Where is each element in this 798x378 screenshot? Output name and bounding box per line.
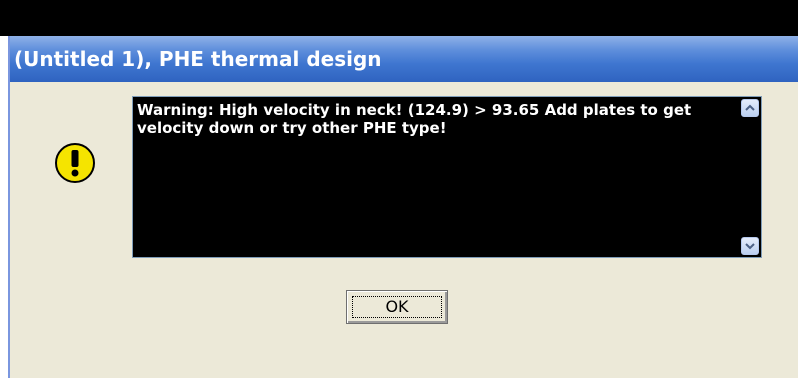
ok-button[interactable]: OK (346, 290, 448, 324)
exclamation-warning-icon (54, 142, 96, 184)
chevron-up-icon (745, 104, 755, 111)
vertical-scrollbar[interactable] (739, 97, 761, 257)
scroll-down-button[interactable] (741, 237, 759, 255)
ok-button-label: OK (385, 297, 409, 316)
warning-dialog: (Untitled 1), PHE thermal design Warning… (8, 36, 798, 378)
scroll-up-button[interactable] (741, 99, 759, 117)
background-bar (0, 0, 798, 36)
window-title: (Untitled 1), PHE thermal design (14, 47, 382, 71)
warning-message: Warning: High velocity in neck! (124.9) … (137, 101, 692, 137)
chevron-down-icon (745, 243, 755, 250)
message-textbox[interactable]: Warning: High velocity in neck! (124.9) … (132, 96, 762, 258)
title-bar[interactable]: (Untitled 1), PHE thermal design (10, 36, 798, 82)
